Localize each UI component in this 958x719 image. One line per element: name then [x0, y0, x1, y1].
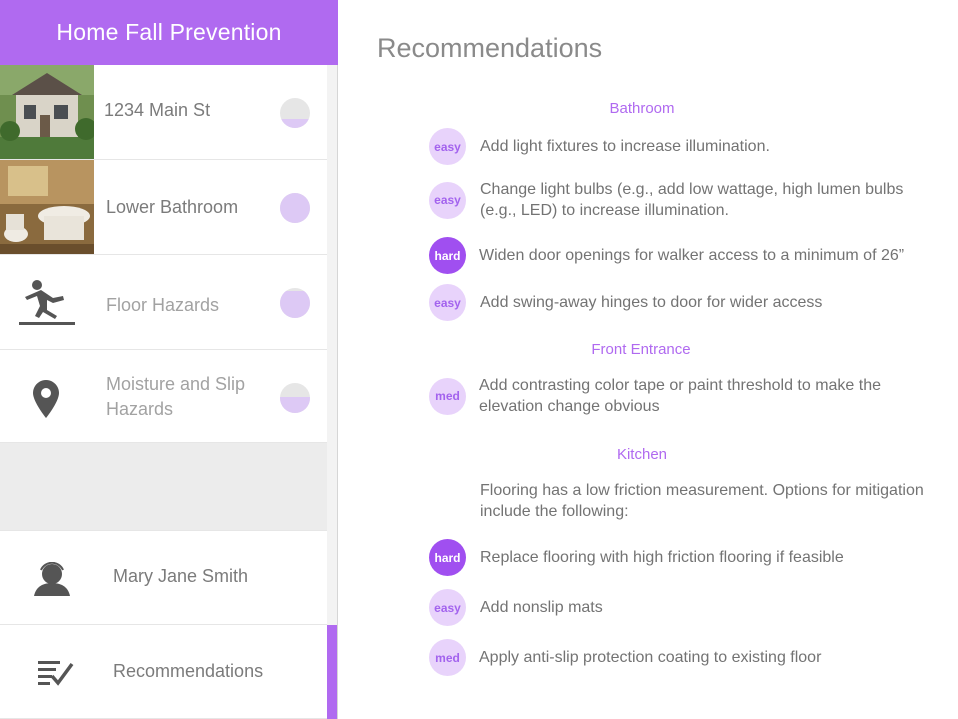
sidebar-item-address[interactable]: 1234 Main St: [0, 65, 328, 160]
checklist-icon: [34, 655, 76, 689]
sidebar-item-lower-bathroom[interactable]: Lower Bathroom: [0, 160, 328, 255]
kitchen-note: Flooring has a low friction measurement.…: [480, 482, 924, 520]
recommendation-item[interactable]: easy Change light bulbs (e.g., add low w…: [429, 179, 939, 221]
page-title: Recommendations: [377, 33, 603, 63]
slip-fall-icon: [14, 273, 80, 329]
sidebar-item-label: Recommendations: [113, 661, 264, 681]
location-pin-icon: [30, 378, 62, 420]
recommendation-text: Add swing-away hinges to door for wider …: [480, 294, 823, 311]
recommendation-text: Apply anti-slip protection coating to ex…: [479, 649, 822, 666]
recommendation-text: Replace flooring with high friction floo…: [480, 549, 844, 566]
section-title-bathroom: Bathroom: [609, 100, 675, 117]
sidebar-item-label: Moisture and Slip Hazards: [106, 374, 246, 419]
recommendation-item[interactable]: hard Widen door openings for walker acce…: [429, 237, 939, 274]
sidebar-item-user[interactable]: Mary Jane Smith: [0, 530, 328, 625]
recommendation-item[interactable]: med Apply anti-slip protection coating t…: [429, 639, 939, 676]
sidebar-item-label: 1234 Main St: [104, 100, 211, 120]
sidebar-item-label: Floor Hazards: [106, 295, 220, 315]
recommendation-item[interactable]: easy Add swing-away hinges to door for w…: [429, 284, 939, 321]
progress-indicator: [280, 193, 310, 223]
recommendation-item[interactable]: med Add contrasting color tape or paint …: [429, 375, 939, 417]
section-title-kitchen: Kitchen: [616, 446, 668, 463]
difficulty-badge: easy: [429, 284, 466, 321]
app-title: Home Fall Prevention: [0, 0, 338, 65]
difficulty-badge: med: [429, 639, 466, 676]
progress-indicator: [280, 98, 310, 128]
recommendation-text: Widen door openings for walker access to…: [479, 247, 905, 264]
difficulty-badge: hard: [429, 539, 466, 576]
scrollbar-track[interactable]: [327, 65, 337, 719]
difficulty-badge: med: [429, 377, 466, 415]
recommendation-item[interactable]: hard Replace flooring with high friction…: [429, 539, 939, 576]
sidebar-item-recommendations[interactable]: Recommendations: [0, 625, 328, 719]
recommendations-panel: Recommendations Bathroom easy Add light …: [339, 0, 958, 719]
sidebar-item-moisture-slip[interactable]: Moisture and Slip Hazards: [0, 350, 328, 443]
bathroom-photo: [0, 160, 94, 254]
sidebar-item-label: Lower Bathroom: [106, 197, 239, 217]
sidebar: Home Fall Prevention 1234 Main St Lower …: [0, 0, 338, 719]
difficulty-badge: easy: [429, 128, 466, 165]
user-name: Mary Jane Smith: [113, 566, 249, 586]
progress-indicator: [280, 383, 310, 413]
app-window: Home Fall Prevention 1234 Main St Lower …: [0, 0, 958, 719]
recommendation-text: Add contrasting color tape or paint thre…: [479, 377, 882, 415]
recommendation-text: Add light fixtures to increase illuminat…: [480, 138, 770, 155]
section-title-front-entrance: Front Entrance: [591, 341, 691, 358]
scrollbar-thumb[interactable]: [327, 625, 337, 719]
sidebar-item-floor-hazards[interactable]: Floor Hazards: [0, 255, 328, 350]
recommendation-item[interactable]: easy Add light fixtures to increase illu…: [429, 128, 939, 165]
recommendation-text: Add nonslip mats: [480, 599, 603, 616]
difficulty-badge: easy: [429, 181, 466, 219]
recommendation-text: Change light bulbs (e.g., add low wattag…: [480, 181, 904, 219]
user-profile-icon: [30, 559, 74, 599]
house-photo: [0, 65, 94, 159]
progress-indicator: [280, 288, 310, 318]
difficulty-badge: easy: [429, 589, 466, 626]
recommendation-item[interactable]: easy Add nonslip mats: [429, 589, 939, 626]
difficulty-badge: hard: [429, 237, 466, 274]
